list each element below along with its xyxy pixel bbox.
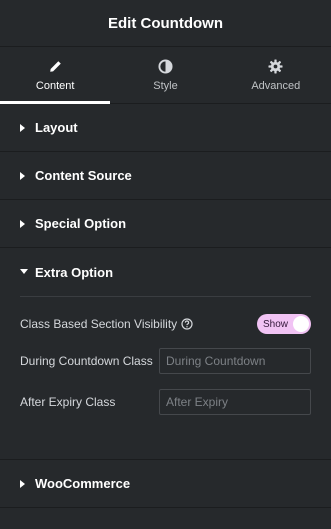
section-special-option[interactable]: Special Option <box>0 200 331 248</box>
during-countdown-input[interactable] <box>159 348 311 374</box>
caret-right-icon <box>20 123 30 133</box>
tab-style[interactable]: Style <box>110 47 220 103</box>
panel-header: Edit Countdown <box>0 0 331 47</box>
page-title: Edit Countdown <box>108 14 223 32</box>
tab-label: Style <box>153 80 178 92</box>
caret-down-icon <box>20 267 30 277</box>
toggle-label: Show <box>263 318 289 330</box>
section-content-source[interactable]: Content Source <box>0 152 331 200</box>
class-visibility-label-text: Class Based Section Visibility <box>20 317 178 331</box>
tab-content[interactable]: Content <box>0 47 111 104</box>
help-icon[interactable] <box>181 318 193 330</box>
tab-label: Advanced <box>251 80 301 92</box>
class-visibility-row: Class Based Section Visibility Show <box>20 314 311 334</box>
section-woocommerce[interactable]: WooCommerce <box>0 460 331 508</box>
section-layout[interactable]: Layout <box>0 104 331 152</box>
toggle-knob <box>293 316 309 332</box>
tab-bar: Content Style Advanced <box>0 47 331 104</box>
section-title: Extra Option <box>35 264 114 280</box>
section-title: WooCommerce <box>35 476 131 491</box>
class-visibility-label: Class Based Section Visibility <box>20 317 193 331</box>
divider <box>20 296 311 297</box>
half-circle-icon <box>157 58 173 74</box>
visibility-toggle[interactable]: Show <box>257 314 311 334</box>
section-title: Layout <box>35 120 78 135</box>
section-title: Special Option <box>35 216 127 231</box>
after-expiry-row: After Expiry Class <box>20 389 311 415</box>
section-extra-option[interactable]: Extra Option <box>0 248 331 296</box>
during-countdown-label: During Countdown Class <box>20 354 153 368</box>
after-expiry-label: After Expiry Class <box>20 395 116 409</box>
pencil-icon <box>47 58 63 74</box>
extra-option-panel: Class Based Section Visibility Show Duri… <box>0 296 331 460</box>
tab-advanced[interactable]: Advanced <box>221 47 331 103</box>
after-expiry-input[interactable] <box>159 389 311 415</box>
caret-right-icon <box>20 479 30 489</box>
section-title: Content Source <box>35 168 132 183</box>
during-countdown-row: During Countdown Class <box>20 348 311 374</box>
gear-icon <box>268 58 284 74</box>
tab-label: Content <box>35 80 75 92</box>
caret-right-icon <box>20 171 30 181</box>
caret-right-icon <box>20 219 30 229</box>
